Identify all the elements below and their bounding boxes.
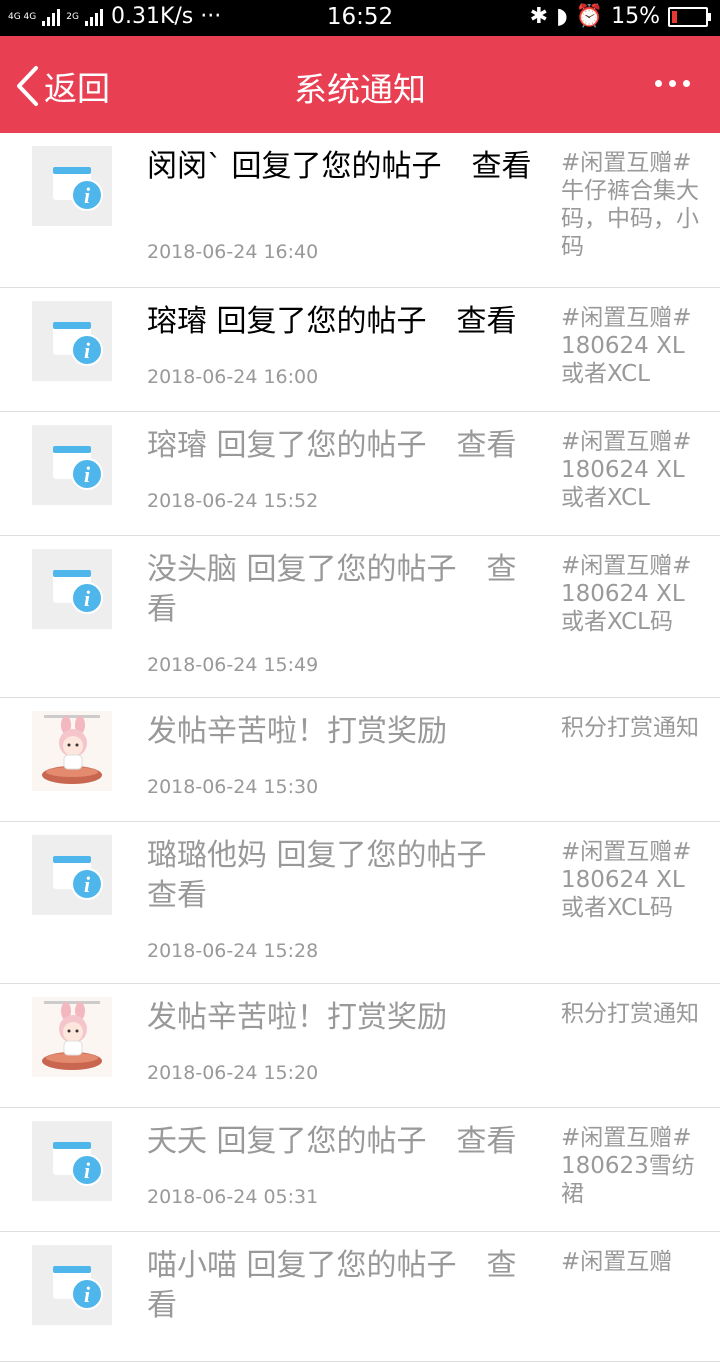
notification-thumbnail (32, 997, 112, 1077)
notification-topic: #闲置互赠#牛仔裤合集大码，中码，小码 (561, 150, 699, 260)
notification-thumbnail: i (32, 549, 112, 629)
notification-time: 2018-06-24 15:30 (147, 776, 319, 798)
notification-item[interactable]: 发帖辛苦啦！打赏奖励 2018-06-24 15:30 积分打赏通知 (0, 698, 720, 822)
notification-topic: #闲置互赠#180623雪纺裙 (561, 1125, 695, 1207)
cartoon-avatar (32, 711, 112, 791)
notification-message: 璐璐他妈 回复了您的帖子 查看 (147, 838, 517, 913)
notification-topic: #闲置互赠#180624 XL或者XCL码 (561, 839, 692, 921)
bluetooth-icon: ✱ (529, 4, 549, 29)
notification-message: 夭夭 回复了您的帖子 查看 (147, 1124, 517, 1159)
notification-topic: #闲置互赠 (561, 1249, 673, 1275)
notification-time: 2018-06-24 05:31 (147, 1186, 319, 1208)
info-icon: i (53, 1266, 103, 1310)
notification-thumbnail: i (32, 1121, 112, 1201)
notification-message: 瑢璿 回复了您的帖子 查看 (147, 304, 517, 339)
battery-icon (668, 6, 711, 27)
info-icon: i (53, 570, 103, 614)
notification-item[interactable]: i 璐璐他妈 回复了您的帖子 查看 2018-06-24 15:28 #闲置互赠#1… (0, 822, 720, 984)
info-icon: i (53, 1142, 103, 1186)
more-icon[interactable] (655, 80, 690, 87)
status-bar: 4G 4G 2G 0.31K/s ··· 16:52 ✱ ◗ ⏰ 15% (0, 0, 720, 36)
notification-item[interactable]: i 闵闵ˋ 回复了您的帖子 查看 2018-06-24 16:40 #闲置互赠#牛仔… (0, 133, 720, 288)
notification-message: 瑢璿 回复了您的帖子 查看 (147, 428, 517, 463)
notification-time: 2018-06-24 15:20 (147, 1062, 319, 1084)
svg-text:i: i (84, 1158, 91, 1183)
notification-item[interactable]: i 夭夭 回复了您的帖子 查看 2018-06-24 05:31 #闲置互赠#180… (0, 1108, 720, 1232)
svg-text:i: i (84, 183, 91, 208)
notification-item[interactable]: i 没头脑 回复了您的帖子 查看 2018-06-24 15:49 #闲置互赠#18… (0, 536, 720, 698)
svg-text:i: i (84, 586, 91, 611)
info-icon: i (53, 856, 103, 900)
notification-time: 2018-06-24 15:49 (147, 654, 319, 676)
notification-message: 闵闵ˋ 回复了您的帖子 查看 (147, 149, 532, 184)
alarm-icon: ⏰ (575, 4, 604, 29)
svg-text:i: i (84, 1282, 91, 1307)
notification-message: 没头脑 回复了您的帖子 查看 (147, 552, 517, 627)
notification-thumbnail: i (32, 1245, 112, 1325)
notification-item[interactable]: 发帖辛苦啦！打赏奖励 2018-06-24 15:20 积分打赏通知 (0, 984, 720, 1108)
svg-text:i: i (84, 872, 91, 897)
notification-topic: 积分打赏通知 (561, 1001, 699, 1027)
notification-thumbnail: i (32, 301, 112, 381)
notification-time: 2018-06-24 15:52 (147, 490, 319, 512)
cartoon-avatar (32, 997, 112, 1077)
notification-thumbnail: i (32, 835, 112, 915)
notification-topic: #闲置互赠#180624 XL或者XCL (561, 305, 692, 387)
notification-item[interactable]: i 瑢璿 回复了您的帖子 查看 2018-06-24 15:52 #闲置互赠#180… (0, 412, 720, 536)
notification-message: 发帖辛苦啦！打赏奖励 (147, 714, 447, 749)
notification-topic: #闲置互赠#180624 XL或者XCL (561, 429, 692, 511)
info-icon: i (53, 446, 103, 490)
notification-item[interactable]: i 喵小喵 回复了您的帖子 查看 #闲置互赠 (0, 1232, 720, 1362)
notification-message: 喵小喵 回复了您的帖子 查看 (147, 1248, 517, 1323)
notification-time: 2018-06-24 16:40 (147, 241, 319, 263)
notification-message: 发帖辛苦啦！打赏奖励 (147, 1000, 447, 1035)
info-icon: i (53, 322, 103, 366)
notification-topic: 积分打赏通知 (561, 715, 699, 741)
page-title: 系统通知 (294, 70, 426, 109)
notification-time: 2018-06-24 16:00 (147, 366, 319, 388)
notification-list: i 闵闵ˋ 回复了您的帖子 查看 2018-06-24 16:40 #闲置互赠#牛仔… (0, 133, 720, 1362)
notification-thumbnail: i (32, 146, 112, 226)
notification-thumbnail (32, 711, 112, 791)
notification-topic: #闲置互赠#180624 XL或者XCL码 (561, 553, 692, 635)
svg-text:i: i (84, 462, 91, 487)
status-right: ✱ ◗ ⏰ 15% (529, 4, 711, 29)
notification-time: 2018-06-24 15:28 (147, 940, 319, 962)
notification-thumbnail: i (32, 425, 112, 505)
vibrate-icon: ◗ (556, 4, 568, 29)
notification-item[interactable]: i 瑢璿 回复了您的帖子 查看 2018-06-24 16:00 #闲置互赠#180… (0, 288, 720, 412)
nav-bar: 返回 系统通知 (0, 36, 720, 133)
battery-percent: 15% (611, 4, 660, 29)
info-icon: i (53, 167, 103, 211)
svg-text:i: i (84, 338, 91, 363)
